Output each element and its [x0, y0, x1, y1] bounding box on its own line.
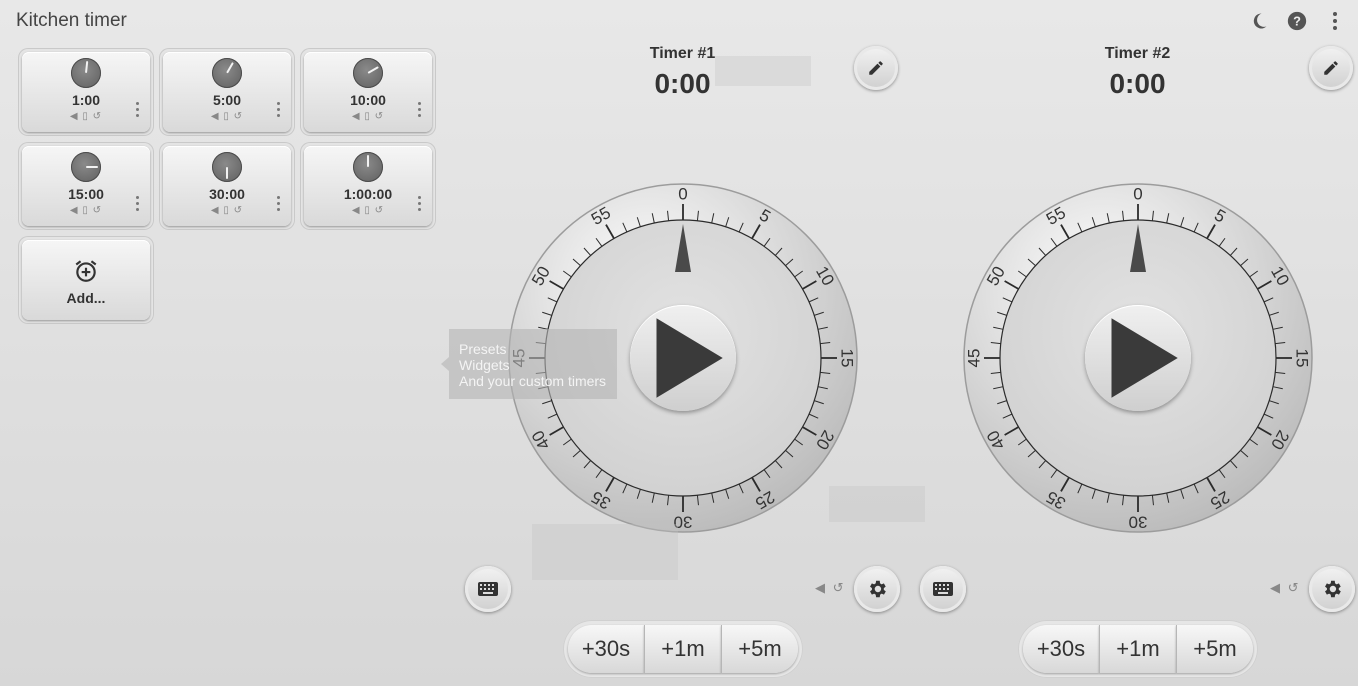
help-icon[interactable]: ?	[1284, 8, 1310, 34]
add-alarm-icon	[73, 258, 99, 290]
preset-dial-icon	[71, 58, 101, 88]
timer-status-icons: ◀ ↺	[815, 580, 846, 595]
edit-timer-button[interactable]	[1309, 46, 1353, 90]
preset-card[interactable]: 1:00 ◀ ▯ ↺	[18, 48, 154, 136]
preset-dial-icon	[71, 152, 101, 182]
pencil-icon	[1324, 61, 1338, 75]
dial-label: 15	[1293, 349, 1312, 368]
add-30s-button[interactable]: +30s	[568, 625, 644, 673]
preset-time: 1:00:00	[343, 186, 393, 202]
preset-time: 30:00	[209, 186, 245, 202]
preset-button[interactable]: 10:00 ◀ ▯ ↺	[304, 52, 432, 132]
timer-display: 0:00	[1109, 68, 1166, 99]
add-preset-label: Add...	[66, 290, 106, 306]
tooltip-line: And your custom timers	[459, 373, 607, 389]
timer-display: 0:00	[654, 68, 711, 99]
preset-dial-icon	[212, 58, 242, 88]
timer-panel-2: Timer #2 0:00 0 5 10 15 20 25 30 35 40 45 50 55 ◀ ↺…	[910, 40, 1358, 686]
preset-card[interactable]: 15:00 ◀ ▯ ↺	[18, 142, 154, 230]
preset-more-icon[interactable]	[277, 196, 281, 211]
start-button[interactable]	[630, 305, 736, 411]
preset-button[interactable]: 30:00 ◀ ▯ ↺	[163, 146, 291, 226]
dial-label: 45	[965, 349, 984, 368]
gear-icon	[870, 580, 886, 598]
preset-button[interactable]: 15:00 ◀ ▯ ↺	[22, 146, 150, 226]
preset-time: 1:00	[71, 92, 101, 108]
preset-status-icons: ◀ ▯ ↺	[69, 205, 103, 216]
preset-more-icon[interactable]	[418, 102, 422, 117]
play-icon	[656, 318, 723, 398]
keyboard-icon	[933, 582, 953, 596]
pencil-icon	[869, 61, 883, 75]
preset-card[interactable]: 30:00 ◀ ▯ ↺	[159, 142, 295, 230]
preset-card[interactable]: 10:00 ◀ ▯ ↺	[300, 48, 436, 136]
tooltip-line: Widgets	[459, 357, 510, 373]
preset-button[interactable]: 1:00 ◀ ▯ ↺	[22, 52, 150, 132]
preset-more-icon[interactable]	[277, 102, 281, 117]
add-5m-button[interactable]: +5m	[721, 625, 798, 673]
preset-more-icon[interactable]	[136, 196, 140, 211]
dial-label: 15	[838, 349, 857, 368]
svg-text:?: ?	[1293, 14, 1301, 29]
tooltip-line: Presets	[459, 341, 507, 357]
preset-time: 10:00	[350, 92, 386, 108]
preset-time: 15:00	[68, 186, 104, 202]
preset-dial-icon	[353, 152, 383, 182]
preset-status-icons: ◀ ▯ ↺	[69, 111, 103, 122]
preset-dial-icon	[212, 152, 242, 182]
preset-card[interactable]: 5:00 ◀ ▯ ↺	[159, 48, 295, 136]
timer-name: Timer #1	[649, 45, 716, 62]
keyboard-icon	[478, 582, 498, 596]
start-button[interactable]	[1085, 305, 1191, 411]
preset-button[interactable]: 1:00:00 ◀ ▯ ↺	[304, 146, 432, 226]
preset-more-icon[interactable]	[418, 196, 422, 211]
preset-button[interactable]: 5:00 ◀ ▯ ↺	[163, 52, 291, 132]
keyboard-button[interactable]	[465, 566, 511, 612]
app-title: Kitchen timer	[16, 10, 127, 31]
preset-status-icons: ◀ ▯ ↺	[351, 205, 385, 216]
edit-timer-button[interactable]	[854, 46, 898, 90]
preset-status-icons: ◀ ▯ ↺	[210, 205, 244, 216]
preset-more-icon[interactable]	[136, 102, 140, 117]
timer-name: Timer #2	[1104, 45, 1171, 62]
preset-time: 5:00	[212, 92, 242, 108]
faded-hint	[532, 524, 678, 580]
play-icon	[1111, 318, 1178, 398]
add-30s-button[interactable]: +30s	[1023, 625, 1099, 673]
moon-icon[interactable]	[1246, 8, 1272, 34]
preset-status-icons: ◀ ▯ ↺	[351, 111, 385, 122]
add-1m-button[interactable]: +1m	[644, 625, 721, 673]
quick-add-group: +30s +1m +5m	[563, 620, 803, 678]
add-5m-button[interactable]: +5m	[1176, 625, 1253, 673]
add-preset-button[interactable]: Add...	[22, 240, 150, 320]
add-preset-card[interactable]: Add...	[18, 236, 154, 324]
preset-status-icons: ◀ ▯ ↺	[210, 111, 244, 122]
preset-dial-icon	[353, 58, 383, 88]
top-actions: ?	[1246, 8, 1348, 34]
gear-icon	[1325, 580, 1341, 598]
presets-tooltip: Presets Widgets And your custom timers	[441, 329, 617, 399]
preset-card[interactable]: 1:00:00 ◀ ▯ ↺	[300, 142, 436, 230]
timer-status-icons: ◀ ↺	[1270, 580, 1301, 595]
timer-settings-button[interactable]	[1309, 566, 1355, 612]
add-1m-button[interactable]: +1m	[1099, 625, 1176, 673]
quick-add-group: +30s +1m +5m	[1018, 620, 1258, 678]
more-vert-icon[interactable]	[1322, 8, 1348, 34]
timer-dial[interactable]: 0510152025303540455055	[960, 180, 1316, 536]
keyboard-button[interactable]	[920, 566, 966, 612]
timer-settings-button[interactable]	[854, 566, 900, 612]
